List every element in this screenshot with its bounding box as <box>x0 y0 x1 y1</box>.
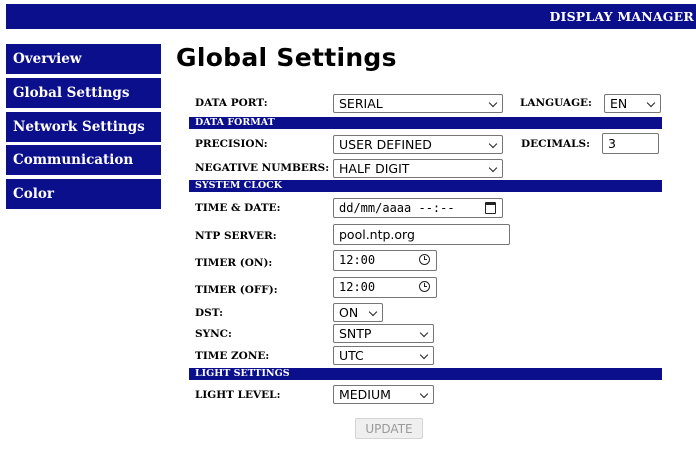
section-header-system-clock: SYSTEM CLOCK <box>189 180 662 192</box>
negative-numbers-select[interactable]: HALF DIGIT <box>333 159 503 178</box>
sync-label: SYNC: <box>195 328 232 340</box>
light-level-value: MEDIUM <box>339 387 391 402</box>
page-title: Global Settings <box>176 43 397 72</box>
chevron-down-icon <box>488 163 498 173</box>
clock-icon[interactable] <box>419 254 430 265</box>
sidebar-item-overview[interactable]: Overview <box>6 44 161 74</box>
timer-off-label: TIMER (OFF): <box>195 284 278 296</box>
negative-numbers-label: NEGATIVE NUMBERS: <box>195 162 330 174</box>
data-port-select[interactable]: SERIAL <box>333 94 503 113</box>
decimals-label: DECIMALS: <box>521 138 590 150</box>
chevron-down-icon <box>419 350 429 360</box>
chevron-down-icon <box>488 139 498 149</box>
calendar-icon[interactable] <box>485 202 496 214</box>
decimals-input[interactable]: 3 <box>602 133 659 154</box>
chevron-down-icon <box>488 98 498 108</box>
sidebar-item-color[interactable]: Color <box>6 179 161 210</box>
dst-select[interactable]: ON <box>333 303 383 322</box>
ntp-server-value: pool.ntp.org <box>339 227 415 242</box>
sidebar-item-network-settings[interactable]: Network Settings <box>6 111 161 142</box>
chevron-down-icon <box>419 389 429 399</box>
ntp-server-label: NTP SERVER: <box>195 230 277 242</box>
negative-numbers-value: HALF DIGIT <box>339 161 410 176</box>
time-date-label: TIME & DATE: <box>195 202 281 214</box>
time-zone-select[interactable]: UTC <box>333 346 434 365</box>
timer-on-value: 12:00 <box>339 253 376 267</box>
ntp-server-input[interactable]: pool.ntp.org <box>333 224 510 245</box>
light-level-label: LIGHT LEVEL: <box>195 389 281 401</box>
sync-select[interactable]: SNTP <box>333 324 434 343</box>
chevron-down-icon <box>419 328 429 338</box>
section-header-light-settings: LIGHT SETTINGS <box>189 368 662 380</box>
time-date-input[interactable]: dd/mm/aaaa --:-- <box>333 198 503 218</box>
timer-on-label: TIMER (ON): <box>195 257 273 269</box>
data-port-value: SERIAL <box>339 96 383 111</box>
chevron-down-icon <box>646 98 656 108</box>
timer-on-input[interactable]: 12:00 <box>333 250 437 271</box>
time-date-value: dd/mm/aaaa --:-- <box>339 201 455 215</box>
precision-value: USER DEFINED <box>339 137 432 152</box>
sidebar-item-communication[interactable]: Communication <box>6 145 161 176</box>
sidebar-item-global-settings[interactable]: Global Settings <box>6 77 161 108</box>
app-title: DISPLAY MANAGER <box>549 9 694 24</box>
update-button[interactable]: UPDATE <box>355 418 423 439</box>
language-select[interactable]: EN <box>604 94 661 113</box>
dst-label: DST: <box>195 307 224 319</box>
time-zone-label: TIME ZONE: <box>195 350 270 362</box>
light-level-select[interactable]: MEDIUM <box>333 385 434 404</box>
time-zone-value: UTC <box>339 348 364 363</box>
dst-value: ON <box>339 305 359 320</box>
header-bar: DISPLAY MANAGER <box>6 4 696 29</box>
timer-off-value: 12:00 <box>339 280 376 294</box>
language-label: LANGUAGE: <box>520 97 592 109</box>
timer-off-input[interactable]: 12:00 <box>333 277 437 298</box>
precision-label: PRECISION: <box>195 138 268 150</box>
decimals-value: 3 <box>608 136 616 151</box>
data-port-label: DATA PORT: <box>195 97 268 109</box>
chevron-down-icon <box>368 307 378 317</box>
clock-icon[interactable] <box>419 281 430 292</box>
precision-select[interactable]: USER DEFINED <box>333 135 503 154</box>
section-header-data-format: DATA FORMAT <box>189 117 662 129</box>
sync-value: SNTP <box>339 326 372 341</box>
sidebar-nav: Overview Global Settings Network Setting… <box>6 44 161 213</box>
language-value: EN <box>610 96 628 111</box>
